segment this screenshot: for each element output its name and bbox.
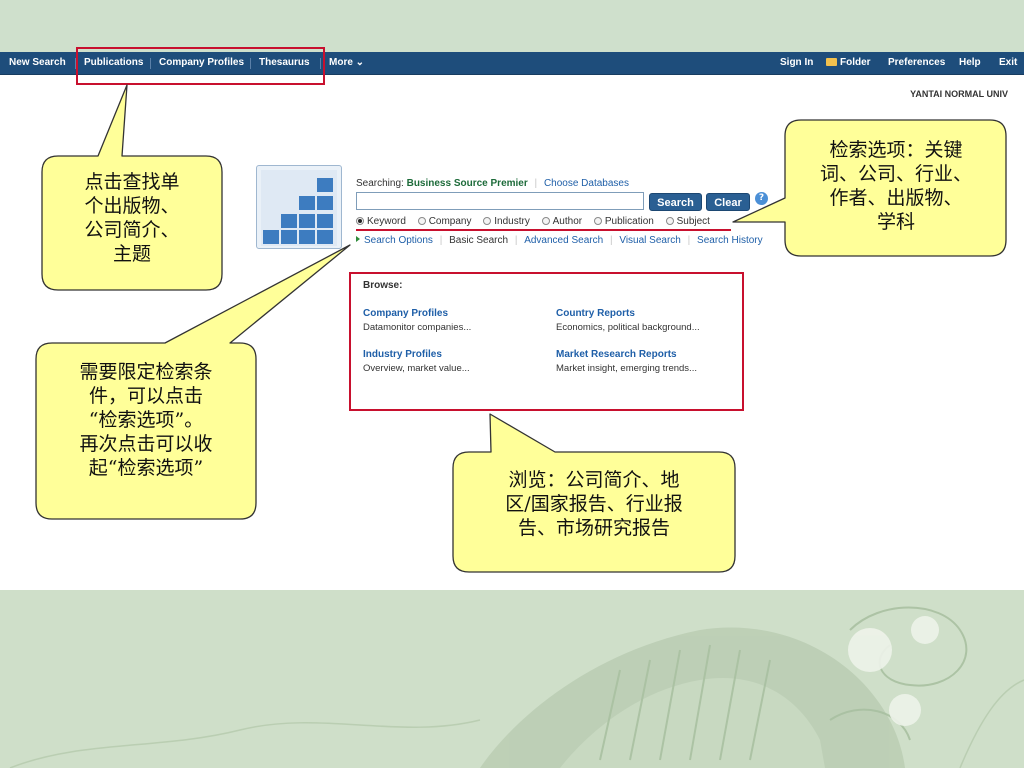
callout-line: 检索选项：关键 <box>829 139 963 161</box>
callout-search-options-text: 需要限定检索条 件，可以点击 “检索选项”。 再次点击可以收 起“检索选项” <box>38 360 254 480</box>
callout-line: 点击查找单 <box>84 171 180 193</box>
callout-line: 起“检索选项” <box>88 457 204 479</box>
callout-line: 个出版物、 <box>84 195 180 217</box>
callout-nav-text: 点击查找单 个出版物、 公司简介、 主题 <box>44 170 220 266</box>
callout-browse-text: 浏览：公司简介、地 区/国家报告、行业报 告、市场研究报告 <box>455 468 733 540</box>
callout-line: 区/国家报告、行业报 <box>505 493 683 515</box>
callout-options-text: 检索选项：关键 词、公司、行业、 作者、出版物、 学科 <box>786 138 1006 234</box>
callout-line: “检索选项”。 <box>88 409 204 431</box>
callout-line: 浏览：公司简介、地 <box>508 469 680 491</box>
callout-line: 学科 <box>876 211 915 233</box>
callout-line: 作者、出版物、 <box>829 187 963 209</box>
callout-line: 件，可以点击 <box>88 385 203 407</box>
callout-line: 词、公司、行业、 <box>819 163 972 185</box>
callout-line: 公司简介、 <box>84 219 180 241</box>
callout-line: 再次点击可以收 <box>79 433 213 455</box>
callout-line: 主题 <box>112 243 151 265</box>
callout-line: 需要限定检索条 <box>79 361 213 383</box>
callout-line: 告、市场研究报告 <box>517 517 670 539</box>
